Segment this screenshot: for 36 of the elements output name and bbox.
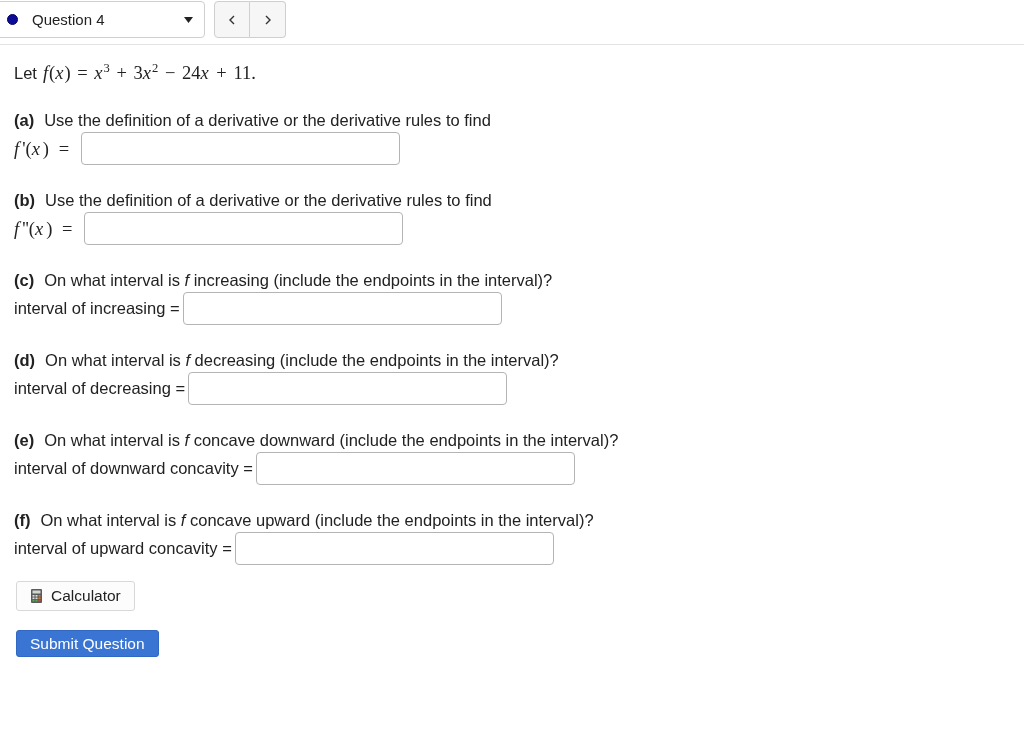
part-label: (c) — [14, 270, 35, 291]
intro-text: Let — [14, 63, 37, 84]
question-prompt: On what interval is f increasing (include the endpoints in the interval)? — [44, 270, 553, 291]
answer-label: interval of upward concavity = — [14, 539, 232, 558]
submit-button[interactable]: Submit Question — [16, 630, 159, 657]
part-label: (d) — [14, 350, 36, 371]
part-label: (f) — [14, 510, 31, 531]
status-dot-icon — [7, 14, 18, 25]
answer-label: interval of downward concavity = — [14, 459, 253, 478]
answer-label: interval of increasing = — [14, 299, 180, 318]
calculator-button[interactable]: Calculator — [16, 581, 135, 611]
answer-field[interactable] — [81, 132, 401, 165]
answer-field[interactable] — [255, 452, 575, 485]
question-prompt: On what interval is f decreasing (include the endpoints in the interval)? — [45, 350, 559, 371]
answer-label: f'(x) = — [14, 137, 70, 160]
answer-field[interactable] — [84, 212, 404, 245]
part-label: (b) — [14, 190, 36, 211]
previous-button[interactable] — [214, 1, 250, 38]
math-formula: f(x) = x$^{3}$ + 3x$^{2}$ − 24x + 11. — [42, 62, 256, 84]
chevron-right-icon — [264, 14, 271, 25]
answer-field[interactable] — [234, 532, 554, 565]
chevron-left-icon — [229, 14, 235, 25]
question-prompt: Use the definition of a derivative or the derivative rules to find — [44, 110, 491, 131]
calculator-icon — [31, 589, 42, 603]
answer-label: interval of decreasing = — [14, 379, 186, 398]
answer-field[interactable] — [188, 372, 508, 405]
part-label: (a) — [14, 110, 35, 131]
question-prompt: On what interval is f concave downward (include the endpoints in the interval)? — [44, 430, 619, 451]
question-select[interactable]: Question 4 — [0, 1, 205, 38]
next-button[interactable] — [250, 1, 286, 38]
answer-field[interactable] — [182, 292, 502, 325]
answer-label: f''(x) = — [14, 217, 73, 240]
question-prompt: Use the definition of a derivative or the derivative rules to find — [45, 190, 492, 211]
part-label: (e) — [14, 430, 35, 451]
question-prompt: On what interval is f concave upward (include the endpoints in the interval)? — [40, 510, 594, 531]
caret-icon — [184, 16, 193, 23]
